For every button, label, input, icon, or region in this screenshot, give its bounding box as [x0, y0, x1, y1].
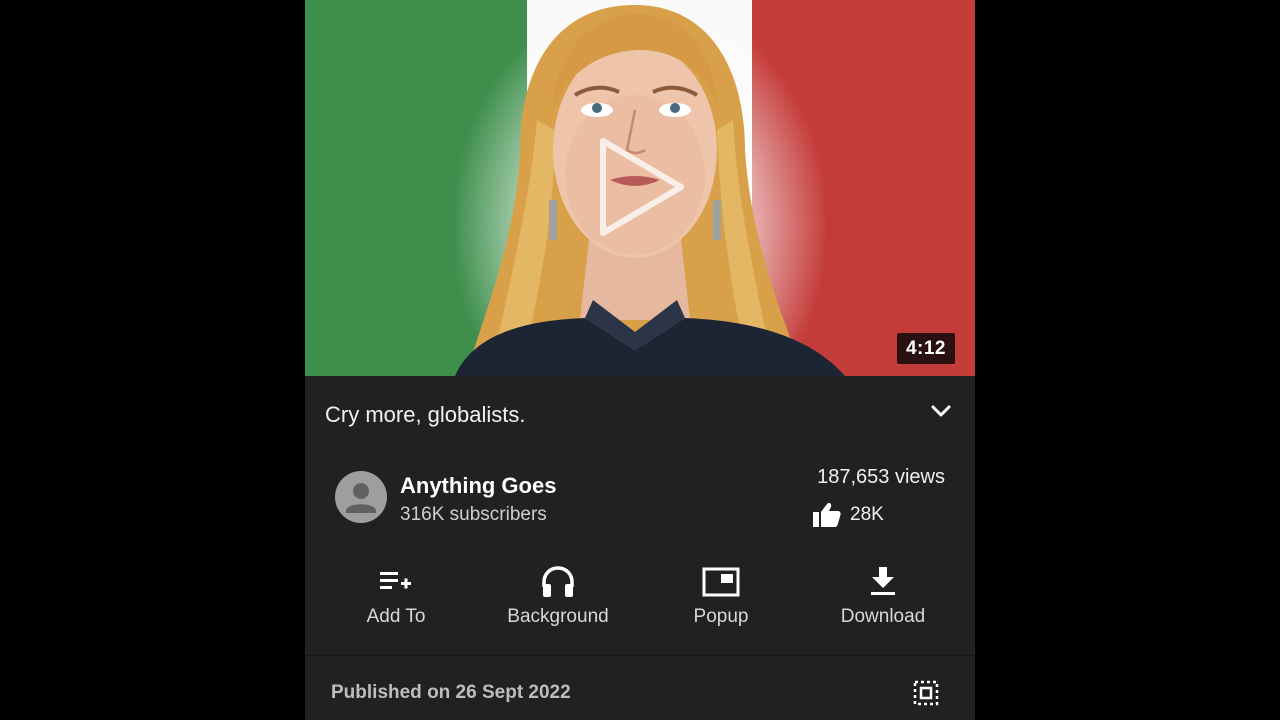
download-icon [871, 567, 895, 595]
published-date: Published on 26 Sept 2022 [331, 682, 571, 703]
channel-name[interactable]: Anything Goes [400, 473, 556, 499]
channel-row: Anything Goes 316K subscribers 187,653 v… [305, 450, 975, 550]
video-detail-screen: 4:12 Cry more, globalists. Anything Goes… [305, 0, 975, 720]
title-row[interactable]: Cry more, globalists. [305, 376, 975, 450]
popup-label: Popup [693, 606, 749, 627]
like-count-value: 28K [850, 504, 884, 525]
actions-row: Add To Background Popup Download [305, 550, 975, 655]
view-count: 187,653 views [817, 466, 945, 488]
published-row: Published on 26 Sept 2022 [305, 656, 975, 720]
video-thumbnail[interactable]: 4:12 [305, 0, 975, 376]
background-button[interactable]: Background [483, 550, 633, 655]
like-count: 28K [812, 502, 884, 528]
person-icon [346, 483, 376, 513]
picture-in-picture-icon [702, 567, 740, 597]
add-to-button[interactable]: Add To [321, 550, 471, 655]
play-icon[interactable] [595, 135, 690, 240]
duration-badge: 4:12 [896, 333, 955, 364]
subscriber-count: 316K subscribers [400, 504, 547, 525]
video-title: Cry more, globalists. [325, 402, 526, 427]
popup-button[interactable]: Popup [646, 550, 796, 655]
download-button[interactable]: Download [808, 550, 958, 655]
headphones-icon [542, 566, 574, 597]
background-label: Background [507, 606, 609, 627]
thumbs-up-icon [813, 503, 841, 527]
add-to-label: Add To [366, 606, 426, 627]
select-text-icon[interactable] [913, 680, 939, 706]
playlist-add-icon [380, 572, 411, 589]
avatar[interactable] [335, 471, 387, 523]
chevron-down-icon[interactable] [931, 404, 951, 418]
download-label: Download [840, 606, 926, 627]
